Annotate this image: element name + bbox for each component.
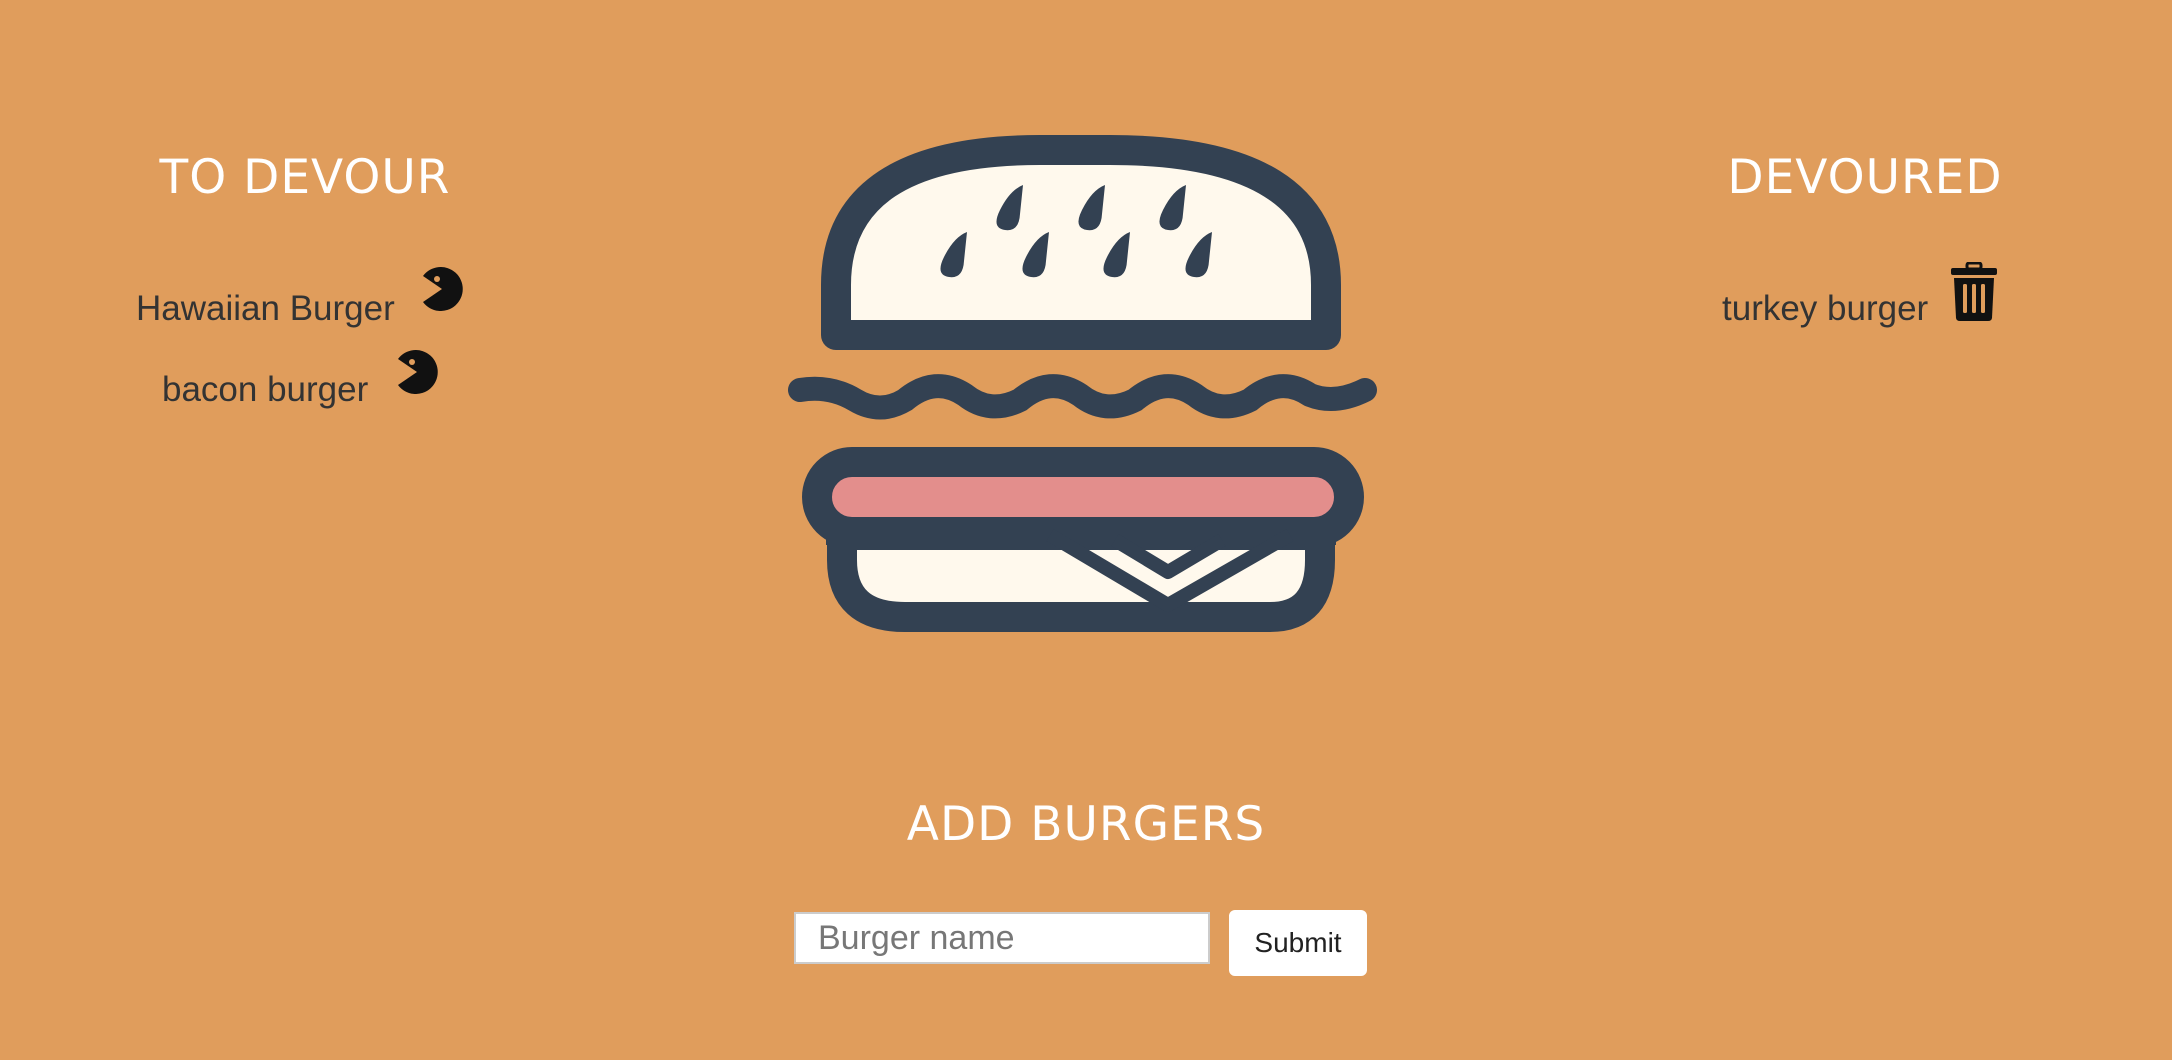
burger-name: bacon burger [162,370,369,409]
to-devour-title: TO DEVOUR [159,150,451,205]
page: TO DEVOUR Hawaiian Burger bacon burger D… [0,0,2172,1060]
pacman-icon[interactable] [395,350,439,394]
burger-name: turkey burger [1722,289,1929,328]
burger-icon [780,130,1395,640]
list-item: Hawaiian Burger [136,289,395,329]
list-item: turkey burger [1722,289,1928,329]
add-burgers-title: ADD BURGERS [906,797,1266,852]
burger-name-input[interactable] [794,912,1210,964]
list-item: bacon burger [162,370,368,410]
burger-name: Hawaiian Burger [136,289,395,328]
devoured-title: DEVOURED [1727,150,2003,205]
trash-icon[interactable] [1950,261,1998,322]
pacman-icon[interactable] [420,267,464,311]
submit-button[interactable]: Submit [1229,910,1367,976]
